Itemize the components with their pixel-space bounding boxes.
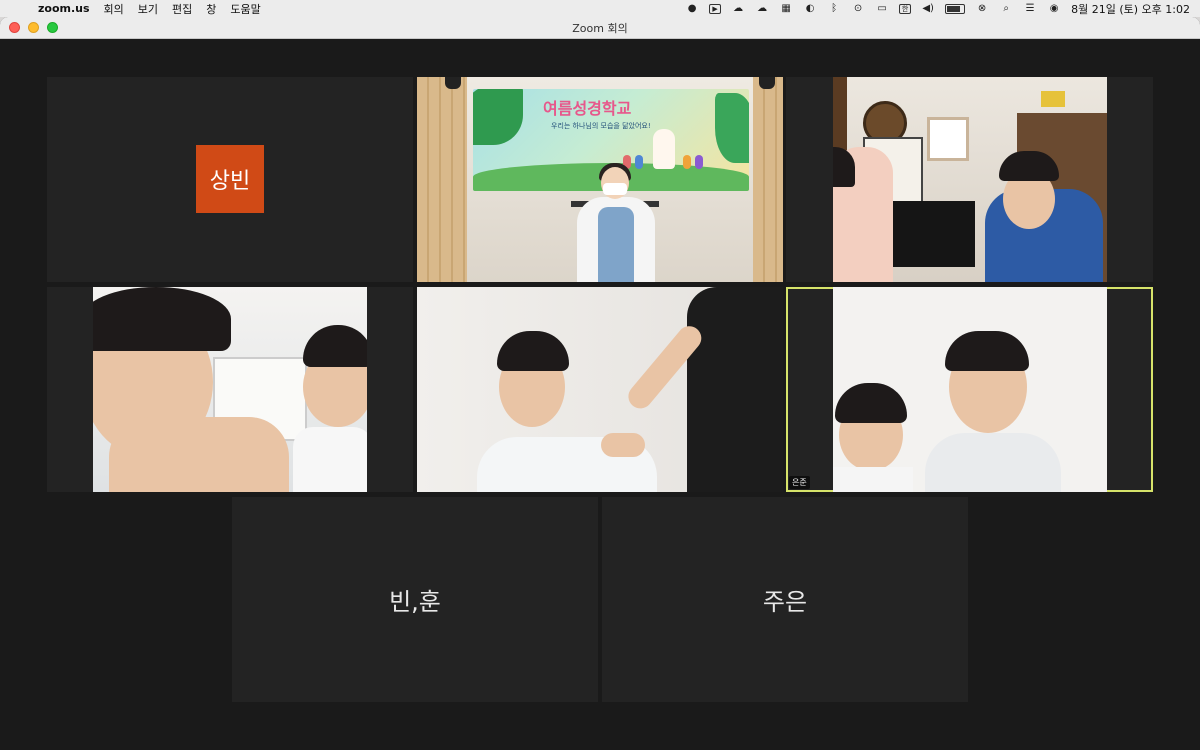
participant-name: 주은: [762, 588, 808, 616]
banner-title: 여름성경학교: [543, 99, 632, 118]
search-icon[interactable]: ⌕: [999, 3, 1013, 14]
minimize-button[interactable]: [28, 22, 39, 33]
video-feed: [417, 287, 783, 492]
banner-subtitle: 우리는 하나님의 모습을 닮았어요!: [551, 122, 651, 130]
gallery-view: 상빈 여름성경학교 우리는 하나님의 모습을 닮았어요! 은준 빈,훈 주은: [0, 39, 1200, 750]
control-center-icon[interactable]: ☰: [1023, 3, 1037, 14]
grid-icon[interactable]: ▦: [779, 3, 793, 14]
participant-tile[interactable]: 여름성경학교 우리는 하나님의 모습을 닮았어요!: [417, 77, 783, 282]
participant-tile[interactable]: 상빈: [47, 77, 413, 282]
participant-tile[interactable]: [417, 287, 783, 492]
participant-tile[interactable]: [47, 287, 413, 492]
menu-window[interactable]: 창: [206, 1, 216, 17]
cloud-icon[interactable]: ☁: [731, 3, 745, 14]
participant-name: 빈,훈: [389, 588, 441, 616]
participant-tile[interactable]: 빈,훈: [232, 497, 598, 702]
participant-tile-active[interactable]: 은준: [786, 287, 1153, 492]
bluetooth-icon[interactable]: ᛒ: [827, 3, 841, 14]
menu-help[interactable]: 도움말: [230, 1, 260, 17]
window-title: Zoom 회의: [572, 21, 628, 35]
fullscreen-button[interactable]: [47, 22, 58, 33]
menu-meeting[interactable]: 회의: [104, 1, 124, 17]
battery-icon[interactable]: [945, 3, 966, 14]
zoom-status-icon[interactable]: ●: [685, 3, 699, 14]
zoom-window: Zoom 회의 상빈 여름성경학교 우리는 하나님의 모습을 닮았어요! 은준 …: [0, 17, 1200, 750]
participant-tile[interactable]: [786, 77, 1153, 282]
close-button[interactable]: [9, 22, 20, 33]
participant-tile[interactable]: 주은: [602, 497, 968, 702]
play-icon[interactable]: ⊙: [851, 3, 865, 14]
video-feed: [833, 77, 1107, 282]
participant-avatar: 상빈: [196, 145, 264, 213]
contrast-icon[interactable]: ◐: [803, 3, 817, 14]
menu-clock[interactable]: 8월 21일 (토) 오후 1:02: [1071, 1, 1190, 17]
menu-view[interactable]: 보기: [138, 1, 158, 17]
menu-app-name[interactable]: zoom.us: [38, 2, 90, 15]
keyboard-icon[interactable]: 한: [899, 3, 912, 14]
video-icon[interactable]: ▶: [709, 3, 722, 14]
title-bar: Zoom 회의: [0, 17, 1200, 39]
volume-icon[interactable]: ◀): [921, 3, 935, 14]
video-feed: 여름성경학교 우리는 하나님의 모습을 닮았어요!: [417, 77, 783, 282]
link-icon[interactable]: ⊗: [975, 3, 989, 14]
video-feed: [93, 287, 367, 492]
siri-icon[interactable]: ◉: [1047, 3, 1061, 14]
menu-bar: zoom.us 회의 보기 편집 창 도움말 ● ▶ ☁ ☁ ▦ ◐ ᛒ ⊙ ▭…: [0, 0, 1200, 17]
window-icon[interactable]: ▭: [875, 3, 889, 14]
video-feed: [833, 287, 1107, 492]
participant-name-label: 은준: [789, 476, 810, 489]
cloud-icon[interactable]: ☁: [755, 3, 769, 14]
menu-edit[interactable]: 편집: [172, 1, 192, 17]
